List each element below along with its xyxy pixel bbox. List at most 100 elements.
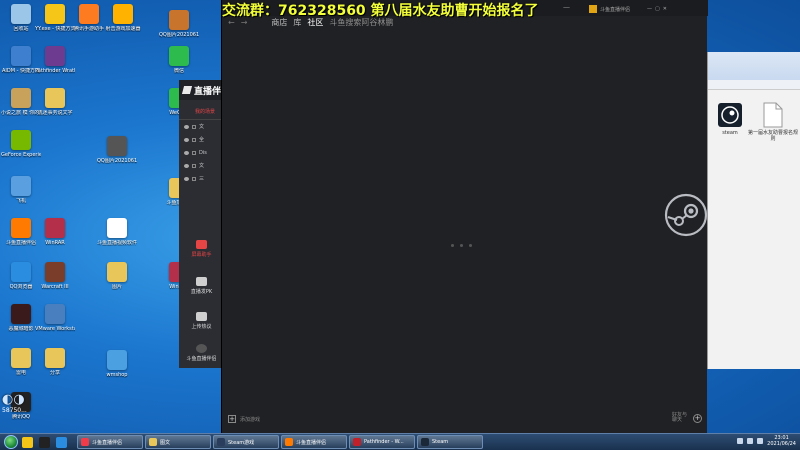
friends-chat-button[interactable]: 好友与聊天 + bbox=[672, 413, 702, 423]
scene-label: 全 bbox=[199, 137, 205, 143]
scene-item[interactable]: 三 bbox=[179, 172, 223, 185]
app-icon bbox=[45, 4, 65, 24]
desktop-icon[interactable]: 沉迷事务说文字 bbox=[36, 88, 74, 116]
document-icon bbox=[763, 102, 783, 128]
yy-quick-icon[interactable] bbox=[22, 436, 33, 448]
lock-icon[interactable] bbox=[192, 176, 196, 181]
desktop-icon[interactable]: QQ图片20210611... bbox=[97, 136, 137, 164]
desktop-icon[interactable]: 恶魔城暗影 bbox=[2, 304, 40, 332]
taskbar-button[interactable]: Pathfinder - W... bbox=[349, 435, 415, 449]
explorer-item-document[interactable]: 第一届水友助曹报名规则 bbox=[748, 102, 798, 142]
desktop-icon-label: 飞机 bbox=[15, 198, 26, 204]
app-icon bbox=[11, 348, 31, 368]
eye-icon[interactable] bbox=[184, 137, 189, 142]
overlay-banner: 交流群：762328560 第八届水友助曹开始报名了 bbox=[222, 3, 539, 19]
taskbar-app-icon bbox=[421, 438, 429, 446]
add-game-button[interactable]: + 添加游戏 bbox=[228, 415, 260, 423]
app-icon bbox=[11, 262, 31, 282]
desktop-icon-label: QQ图片20210611... bbox=[97, 158, 137, 164]
close-button[interactable]: ✕ bbox=[663, 6, 667, 12]
app-icon bbox=[11, 130, 31, 150]
desktop-icon-label: QQ图片20210611... bbox=[159, 32, 199, 38]
desktop-icon[interactable]: Warcraft III bbox=[36, 262, 74, 290]
taskbar-button[interactable]: 斗鱼直播伴侣 bbox=[281, 435, 347, 449]
app-icon bbox=[45, 348, 65, 368]
minimize-button[interactable]: — bbox=[647, 6, 652, 12]
scene-item[interactable]: 全 bbox=[179, 133, 223, 146]
pk-button[interactable]: 直播发PK bbox=[179, 277, 224, 295]
desktop-icon-label: Warcraft III bbox=[41, 284, 69, 290]
taskbar-app-icon bbox=[353, 438, 361, 446]
scene-item[interactable]: Dis bbox=[179, 146, 223, 159]
screen-assistant-button[interactable]: 屏幕助手 bbox=[179, 240, 224, 258]
desktop-icon[interactable]: 飞机 bbox=[2, 176, 40, 204]
system-clock[interactable]: 23:01 2021/06/24 bbox=[767, 435, 796, 447]
stream-app-titlebar: 斗鱼直播伴侣 — ▢ ✕ bbox=[589, 3, 707, 15]
scene-tab[interactable]: 我的场景 bbox=[179, 100, 223, 120]
desktop-icon[interactable]: Pathfinder Wrath o... bbox=[35, 46, 75, 74]
eye-icon[interactable] bbox=[184, 163, 189, 168]
desktop-icon[interactable]: QQ图片20210611... bbox=[159, 10, 199, 38]
upload-icon bbox=[196, 312, 207, 321]
desktop-icon[interactable]: VMware Workstation bbox=[35, 304, 75, 332]
tray-flag-icon[interactable] bbox=[757, 438, 764, 444]
taskbar-button[interactable]: Steam游戏 bbox=[213, 435, 279, 449]
lock-icon[interactable] bbox=[192, 137, 196, 142]
loading-indicator bbox=[451, 244, 472, 247]
explorer-item-steam[interactable]: steam bbox=[710, 102, 750, 136]
app-icon bbox=[107, 350, 127, 370]
eye-icon[interactable] bbox=[184, 176, 189, 181]
eye-icon[interactable] bbox=[184, 124, 189, 129]
tray-network-icon[interactable] bbox=[737, 438, 744, 444]
taskbar-button[interactable]: 斗鱼直播伴侣 bbox=[77, 435, 143, 449]
desktop-icon-label: GeForce Experience bbox=[1, 152, 41, 158]
scene-label: 文 bbox=[199, 124, 205, 130]
steam-app-icon bbox=[718, 103, 742, 127]
start-button[interactable] bbox=[4, 435, 18, 449]
desktop-icon-label: 沉迷事务说文字 bbox=[37, 110, 73, 116]
eye-icon[interactable] bbox=[184, 150, 189, 155]
app-icon bbox=[11, 4, 31, 24]
desktop-icon[interactable]: wmshop bbox=[98, 350, 136, 378]
pk-icon bbox=[196, 277, 207, 286]
lock-icon[interactable] bbox=[192, 124, 196, 129]
taskbar-button[interactable]: 图文 bbox=[145, 435, 211, 449]
scene-item[interactable]: 文 bbox=[179, 159, 223, 172]
scene-label: 文 bbox=[199, 163, 205, 169]
desktop-icon-label: 斗鱼直播视频软件 bbox=[97, 240, 137, 246]
maximize-button[interactable]: ▢ bbox=[655, 6, 660, 12]
app-icon bbox=[169, 10, 189, 30]
douyu-companion-button[interactable]: 斗鱼直播伴侣 bbox=[179, 344, 224, 362]
desktop-icon-label: 恶魔城暗影 bbox=[8, 326, 34, 332]
app-icon bbox=[11, 304, 31, 324]
scene-item[interactable]: 文 bbox=[179, 120, 223, 133]
taskbar-button-label: 斗鱼直播伴侣 bbox=[296, 439, 327, 446]
lock-icon[interactable] bbox=[192, 150, 196, 155]
taskbar-button[interactable]: Steam bbox=[417, 435, 483, 449]
taskbar-app-icon bbox=[217, 438, 225, 446]
desktop-icon[interactable]: 斗鱼直播视频软件 bbox=[97, 218, 137, 246]
taskbar: 斗鱼直播伴侣 图文 Steam游戏 斗鱼直播伴侣 Pathfinder - W... St… bbox=[0, 433, 800, 450]
streamer-watermark: ◐◑ 58750... bbox=[2, 392, 27, 414]
desktop-icon-label: 图片 bbox=[111, 284, 122, 290]
desktop-icon[interactable]: WinRAR bbox=[36, 218, 74, 246]
browser-quick-icon[interactable] bbox=[56, 436, 67, 448]
stream-app-icon bbox=[589, 5, 597, 13]
desktop-icon[interactable]: GeForce Experience bbox=[1, 130, 41, 158]
app-icon bbox=[107, 262, 127, 282]
explorer-toolbar bbox=[708, 80, 800, 90]
minimize-button[interactable]: — bbox=[563, 3, 570, 11]
desktop-icon[interactable]: 分享 bbox=[36, 348, 74, 376]
tray-volume-icon[interactable] bbox=[747, 438, 754, 444]
app-icon bbox=[45, 262, 65, 282]
douyu-icon bbox=[196, 344, 207, 353]
desktop-icon[interactable]: 微信 bbox=[160, 46, 198, 74]
lock-icon[interactable] bbox=[192, 163, 196, 168]
desktop-icon[interactable]: 图片 bbox=[98, 262, 136, 290]
desktop-icon-label: VMware Workstation bbox=[35, 326, 75, 332]
qq-quick-icon[interactable] bbox=[39, 436, 50, 448]
taskbar-button-label: Steam bbox=[432, 439, 449, 445]
upload-button[interactable]: 上传热议 bbox=[179, 312, 224, 330]
desktop-icon-label: 微信 bbox=[173, 68, 184, 74]
desktop-icon[interactable]: 射击游戏加速器 bbox=[104, 4, 142, 32]
